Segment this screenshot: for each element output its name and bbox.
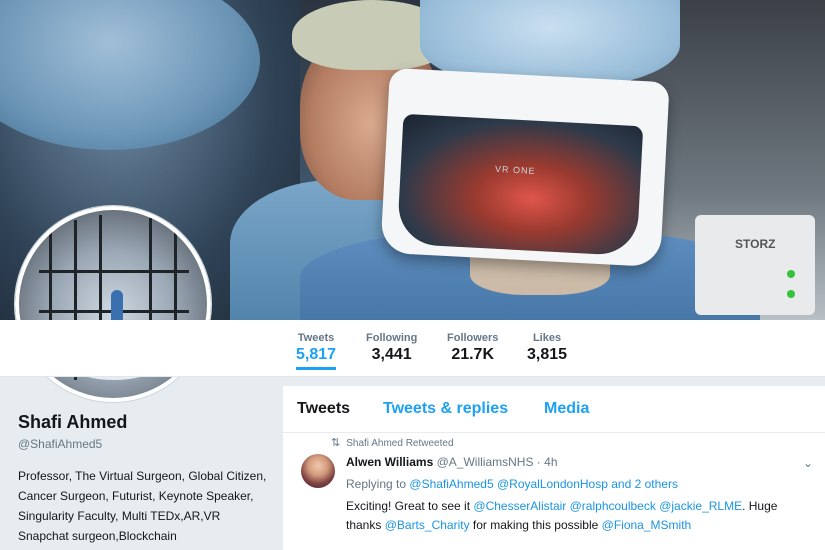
retweet-context: ⇅ Shafi Ahmed Retweeted (331, 436, 454, 449)
timeline: Tweets Tweets & replies Media ⇅ Shafi Ahm… (283, 386, 825, 550)
device-led (787, 290, 795, 298)
medical-device-label: STORZ (735, 237, 776, 251)
stat-likes[interactable]: Likes 3,815 (527, 332, 567, 364)
tweet-author-name[interactable]: Alwen Williams (346, 455, 433, 469)
tweet-author-avatar[interactable] (301, 454, 335, 488)
medical-device: STORZ (695, 215, 815, 315)
stat-label: Tweets (297, 332, 335, 344)
tweet-mention[interactable]: @ralphcoulbeck (570, 499, 656, 513)
tweet-text-part: Exciting! Great to see it (346, 499, 471, 513)
stat-value: 3,441 (371, 346, 412, 363)
tweet-mention[interactable]: @Barts_Charity (385, 518, 470, 532)
chevron-down-icon[interactable]: ⌄ (803, 456, 813, 470)
profile-name[interactable]: Shafi Ahmed (18, 412, 268, 433)
reply-mention[interactable]: @RoyalLondonHosp (497, 477, 608, 491)
stat-tweets[interactable]: Tweets 5,817 (296, 332, 337, 370)
vr-headset-screen (396, 113, 644, 257)
stat-value: 21.7K (451, 346, 495, 363)
vr-headset-label: VR ONE (494, 163, 536, 177)
device-led (787, 270, 795, 278)
stat-following[interactable]: Following 3,441 (366, 332, 417, 364)
tab-media[interactable]: Media (544, 400, 589, 418)
tweet-author-handle[interactable]: @A_WilliamsNHS (437, 455, 534, 469)
profile-handle[interactable]: @ShafiAhmed5 (18, 437, 268, 451)
tweet-text: Exciting! Great to see it @ChesserAlista… (346, 497, 806, 535)
tab-tweets[interactable]: Tweets (297, 400, 350, 418)
profile-card: Shafi Ahmed @ShafiAhmed5 Professor, The … (18, 412, 268, 546)
tweet-text-part: for making this possible (472, 518, 599, 532)
stat-label: Likes (532, 332, 562, 344)
tweet-mention[interactable]: @Fiona_MSmith (602, 518, 692, 532)
tab-tweets-and-replies[interactable]: Tweets & replies (383, 400, 508, 418)
timeline-tabs: Tweets Tweets & replies Media (283, 386, 825, 433)
replying-prefix: Replying to (346, 477, 407, 491)
stat-value: 5,817 (296, 346, 337, 363)
stat-followers[interactable]: Followers 21.7K (447, 332, 498, 364)
tweet-timestamp[interactable]: 4h (544, 455, 557, 469)
profile-bio: Professor, The Virtual Surgeon, Global C… (18, 469, 267, 543)
stat-value: 3,815 (527, 346, 568, 363)
stat-label: Following (366, 332, 418, 344)
replying-to: Replying to @ShafiAhmed5 @RoyalLondonHos… (346, 477, 678, 491)
stat-label: Followers (447, 332, 499, 344)
tweet-header: Alwen Williams @A_WilliamsNHS · 4h (346, 455, 558, 469)
retweet-context-text: Shafi Ahmed Retweeted (346, 438, 454, 449)
retweet-icon: ⇅ (331, 437, 341, 449)
tweet-mention[interactable]: @jackie_RLME (659, 499, 742, 513)
tweet-separator: · (536, 455, 541, 469)
profile-nav-bar: Tweets 5,817 Following 3,441 Followers 2… (0, 320, 825, 377)
reply-mention[interactable]: @ShafiAhmed5 (409, 477, 493, 491)
reply-others[interactable]: and 2 others (611, 477, 678, 491)
tweet-mention[interactable]: @ChesserAlistair (473, 499, 566, 513)
